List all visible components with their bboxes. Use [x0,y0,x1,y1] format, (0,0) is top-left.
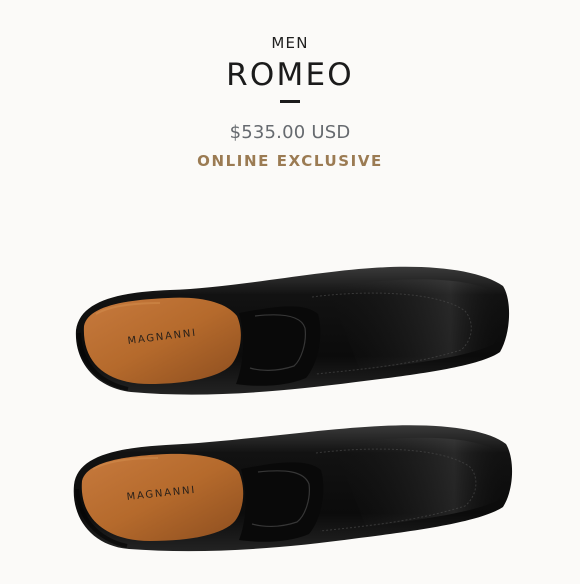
product-category: MEN [271,34,309,52]
title-divider [280,100,300,103]
product-image[interactable]: MAGNANNI MAGNANNI [0,258,580,580]
shoe-pair-image: MAGNANNI MAGNANNI [73,266,513,552]
bottom-shoe: MAGNANNI [73,425,513,552]
top-shoe: MAGNANNI [75,266,510,395]
online-exclusive-badge: ONLINE EXCLUSIVE [197,152,383,170]
product-price: $535.00 USD [229,122,351,143]
product-title: ROMEO [226,57,354,93]
